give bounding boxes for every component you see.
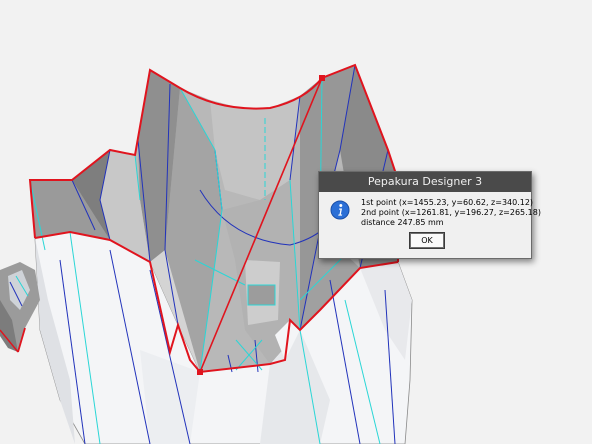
distance-text: distance 247.85 mm (361, 218, 444, 227)
dialog-title[interactable]: Pepakura Designer 3 (319, 172, 531, 192)
first-point-text: 1st point (x=1455.23, y=60.62, z=340.12) (361, 198, 534, 207)
dialog-body: 1st point (x=1455.23, y=60.62, z=340.12)… (319, 192, 541, 258)
info-icon (330, 200, 350, 220)
second-point-text: 2nd point (x=1261.81, y=196.27, z=265.18… (361, 208, 541, 217)
measurement-dialog: Pepakura Designer 3 1st point (x=1455.23… (318, 171, 541, 259)
measure-point-2 (197, 369, 203, 375)
measurement-message: 1st point (x=1455.23, y=60.62, z=340.12)… (361, 198, 541, 228)
ok-button[interactable]: OK (409, 232, 445, 249)
measure-point-1 (319, 75, 325, 81)
